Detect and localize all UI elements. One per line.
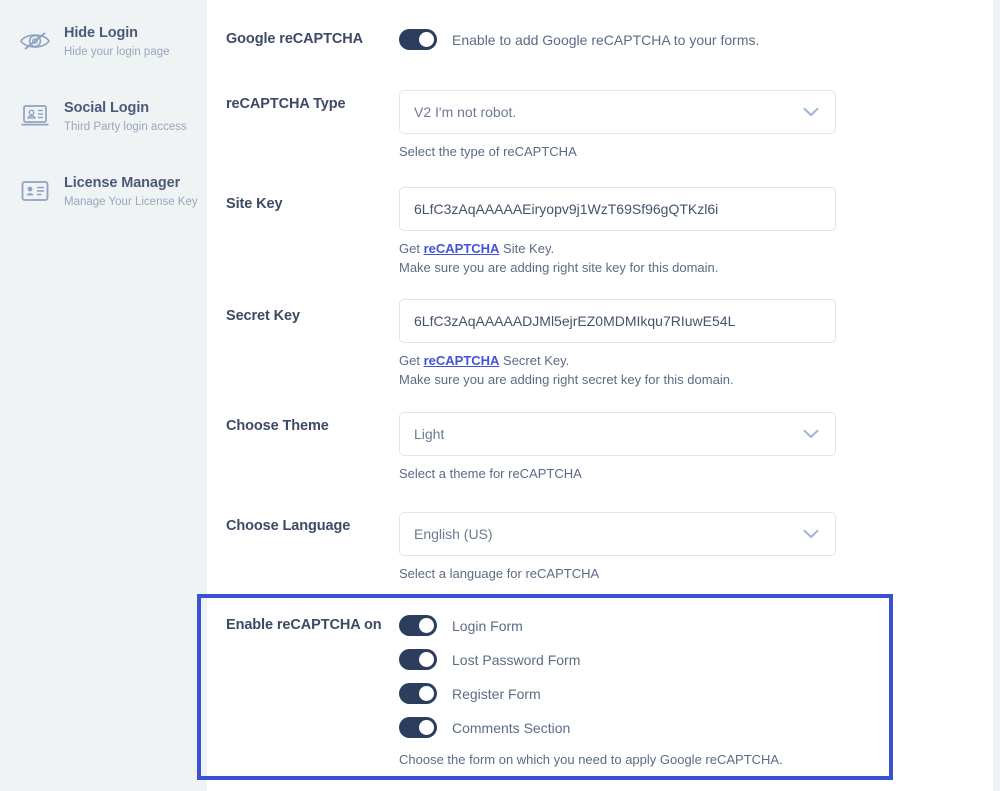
choose-theme-value: Light [414,426,445,442]
toggle-item-login-form: Login Form [399,615,783,636]
toggle-label-comments-section: Comments Section [452,719,571,736]
sidebar: Hide Login Hide your login page Social L… [0,0,207,791]
enable-on-helper: Choose the form on which you need to app… [399,752,783,767]
label-recaptcha-type: reCAPTCHA Type [226,96,346,112]
choose-theme-helper: Select a theme for reCAPTCHA [399,466,582,481]
settings-page: Hide Login Hide your login page Social L… [0,0,1000,791]
chevron-down-icon [803,107,819,117]
recaptcha-type-helper: Select the type of reCAPTCHA [399,144,577,159]
toggle-register-form[interactable] [399,683,437,704]
sidebar-item-subtitle: Manage Your License Key [64,196,198,208]
site-key-helper-suffix: Site Key. [499,241,555,256]
enable-on-toggle-list: Login Form Lost Password Form Register F… [399,615,783,738]
toggle-login-form[interactable] [399,615,437,636]
secret-key-helper-line2: Make sure you are adding right secret ke… [399,372,734,387]
sidebar-item-subtitle: Hide your login page [64,46,170,58]
sidebar-item-title: License Manager [64,175,181,191]
sidebar-item-hide-login[interactable]: Hide Login Hide your login page [18,22,198,60]
toggle-item-lost-password-form: Lost Password Form [399,649,783,670]
label-site-key: Site Key [226,196,283,212]
label-choose-theme: Choose Theme [226,418,329,434]
site-key-helper-line2: Make sure you are adding right site key … [399,260,719,275]
settings-card: Google reCAPTCHA Enable to add Google re… [207,0,993,791]
input-secret-key[interactable]: 6LfC3zAqAAAAADJMl5ejrEZ0MDMIkqu7RIuwE54L [399,299,836,343]
sidebar-item-subtitle: Third Party login access [64,121,187,133]
chevron-down-icon [803,429,819,439]
toggle-google-recaptcha[interactable] [399,29,437,50]
label-secret-key: Secret Key [226,308,300,324]
toggle-comments-section[interactable] [399,717,437,738]
site-key-helper-prefix: Get [399,241,424,256]
sidebar-item-title: Social Login [64,100,150,116]
toggle-label-lost-password-form: Lost Password Form [452,651,581,668]
choose-language-helper: Select a language for reCAPTCHA [399,566,600,581]
secret-key-value: 6LfC3zAqAAAAADJMl5ejrEZ0MDMIkqu7RIuwE54L [414,313,736,329]
toggle-label-register-form: Register Form [452,685,541,702]
label-choose-language: Choose Language [226,518,351,534]
sidebar-item-title: Hide Login [64,25,138,41]
toggle-lost-password-form[interactable] [399,649,437,670]
right-edge-strip [993,0,1000,791]
input-site-key[interactable]: 6LfC3zAqAAAAAEiryopv9j1WzT69Sf96gQTKzl6i [399,187,836,231]
social-login-icon [18,99,52,133]
recaptcha-link[interactable]: reCAPTCHA [424,353,500,368]
recaptcha-type-value: V2 I'm not robot. [414,104,517,120]
sidebar-item-social-login[interactable]: Social Login Third Party login access [18,97,198,135]
choose-language-value: English (US) [414,526,493,542]
recaptcha-link[interactable]: reCAPTCHA [424,241,500,256]
label-google-recaptcha: Google reCAPTCHA [226,31,363,47]
label-enable-recaptcha-on: Enable reCAPTCHA on [226,617,382,633]
secret-key-helper-prefix: Get [399,353,424,368]
select-recaptcha-type[interactable]: V2 I'm not robot. [399,90,836,134]
select-choose-theme[interactable]: Light [399,412,836,456]
secret-key-helper-suffix: Secret Key. [499,353,570,368]
toggle-item-register-form: Register Form [399,683,783,704]
site-key-value: 6LfC3zAqAAAAAEiryopv9j1WzT69Sf96gQTKzl6i [414,201,719,217]
sidebar-item-license-manager[interactable]: License Manager Manage Your License Key [18,172,198,210]
eye-slash-icon [18,24,52,58]
toggle-label-login-form: Login Form [452,617,523,634]
toggle-item-comments-section: Comments Section [399,717,783,738]
google-recaptcha-description: Enable to add Google reCAPTCHA to your f… [452,31,760,48]
site-key-helper: Get reCAPTCHA Site Key. Make sure you ar… [399,239,836,277]
license-card-icon [18,174,52,208]
chevron-down-icon [803,529,819,539]
select-choose-language[interactable]: English (US) [399,512,836,556]
secret-key-helper: Get reCAPTCHA Secret Key. Make sure you … [399,351,836,389]
